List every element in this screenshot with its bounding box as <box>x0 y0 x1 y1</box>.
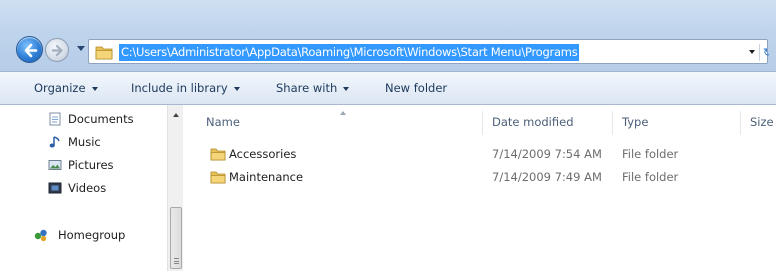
file-type: File folder <box>622 147 679 161</box>
share-with-label: Share with <box>276 81 338 95</box>
pictures-icon <box>48 160 62 170</box>
scroll-up-icon[interactable] <box>173 113 179 117</box>
chevron-down-icon <box>343 86 350 91</box>
forward-arrow-icon <box>51 44 63 57</box>
address-dropdown-icon[interactable] <box>749 50 755 54</box>
column-header-label: Type <box>622 115 649 129</box>
title-bar: C:\Users\Administrator\AppData\Roaming\M… <box>0 0 776 72</box>
chevron-down-icon <box>233 86 240 91</box>
back-button[interactable] <box>16 36 43 63</box>
organize-button[interactable]: Organize <box>34 72 98 105</box>
videos-icon <box>48 182 62 194</box>
column-header-date-modified[interactable]: Date modified <box>492 105 574 137</box>
sort-ascending-icon <box>340 111 346 115</box>
column-divider[interactable] <box>740 111 741 135</box>
column-divider[interactable] <box>482 111 483 135</box>
share-with-button[interactable]: Share with <box>276 72 350 105</box>
file-name: Maintenance <box>229 170 304 184</box>
file-date-modified: 7/14/2009 7:49 AM <box>492 170 602 184</box>
back-arrow-icon <box>24 43 38 58</box>
address-bar[interactable]: C:\Users\Administrator\AppData\Roaming\M… <box>88 39 769 64</box>
sidebar-item-label: Videos <box>68 181 107 195</box>
sidebar-item-label: Homegroup <box>58 228 126 242</box>
column-header-label: Size <box>750 115 774 129</box>
organize-label: Organize <box>34 81 86 95</box>
column-header-type[interactable]: Type <box>622 105 648 137</box>
sidebar-item-label: Pictures <box>68 158 114 172</box>
folder-icon <box>95 46 113 60</box>
navigation-scrollbar[interactable] <box>167 105 183 271</box>
folder-icon <box>210 171 226 184</box>
command-bar: Organize Include in library Share with N… <box>0 72 776 105</box>
forward-button[interactable] <box>45 38 69 62</box>
recent-pages-dropdown[interactable] <box>77 46 85 51</box>
new-folder-button[interactable]: New folder <box>385 72 447 105</box>
new-folder-label: New folder <box>385 81 448 95</box>
include-in-library-button[interactable]: Include in library <box>131 72 240 105</box>
file-row[interactable]: Accessories 7/14/2009 7:54 AM File folde… <box>186 144 776 166</box>
column-header-label: Date modified <box>492 115 574 129</box>
documents-icon <box>49 112 61 126</box>
grip-icon <box>174 258 179 264</box>
folder-icon <box>210 148 226 161</box>
column-divider[interactable] <box>612 111 613 135</box>
file-type: File folder <box>622 170 679 184</box>
refresh-icon[interactable]: ↻ <box>759 44 769 61</box>
chevron-down-icon <box>91 86 98 91</box>
sidebar-item-label: Documents <box>68 112 134 126</box>
column-header-label: Name <box>206 115 240 129</box>
music-icon <box>49 136 60 148</box>
file-list: Name Date modified Type Size Accessories… <box>186 105 776 271</box>
scrollbar-thumb[interactable] <box>170 207 182 269</box>
homegroup-icon <box>34 229 47 242</box>
column-header-name[interactable]: Name <box>206 105 240 137</box>
include-in-library-label: Include in library <box>131 81 228 95</box>
file-row[interactable]: Maintenance 7/14/2009 7:49 AM File folde… <box>186 167 776 189</box>
navigation-pane: Documents Music Pictures Videos Homegrou… <box>0 105 186 271</box>
sidebar-item-label: Music <box>68 135 101 149</box>
file-name: Accessories <box>229 147 297 161</box>
address-path[interactable]: C:\Users\Administrator\AppData\Roaming\M… <box>119 44 580 61</box>
column-header-size[interactable]: Size <box>750 105 774 137</box>
file-date-modified: 7/14/2009 7:54 AM <box>492 147 602 161</box>
